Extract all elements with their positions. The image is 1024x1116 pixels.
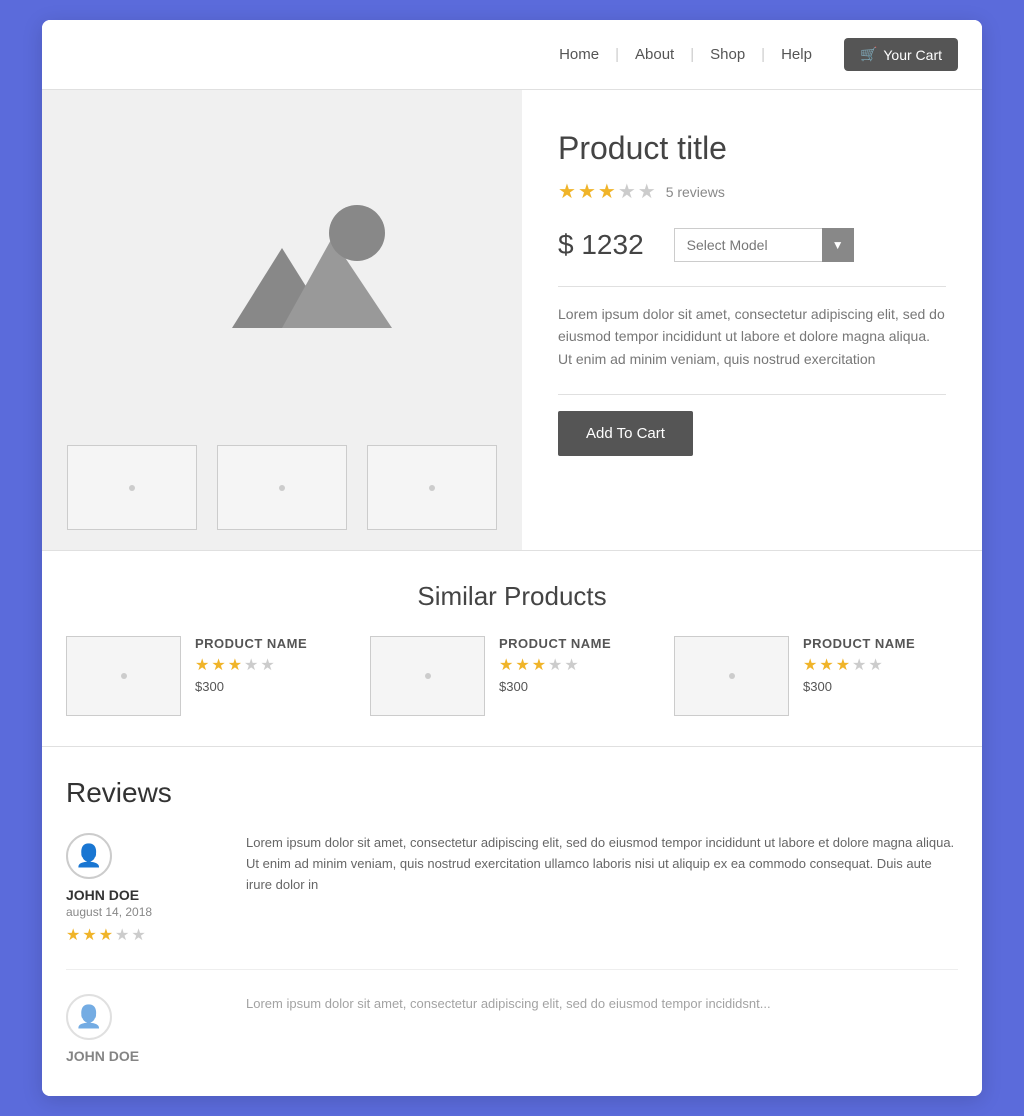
similar-product-2[interactable]: PRODUCT NAME ★ ★ ★ ★ ★ $300	[370, 636, 654, 716]
reviews-count: 5 reviews	[666, 184, 725, 200]
reviews-section: Reviews 👤 JOHN DOE august 14, 2018 ★ ★ ★…	[42, 746, 982, 1096]
similar-price-3: $300	[803, 679, 915, 694]
reviewer-left-1: 👤 JOHN DOE august 14, 2018 ★ ★ ★ ★ ★	[66, 833, 226, 945]
similar-stars-2: ★ ★ ★ ★ ★	[499, 655, 611, 675]
reviewer-name-1: JOHN DOE	[66, 887, 139, 903]
model-select-wrapper: Select Model Model A Model B ▼	[674, 228, 854, 262]
user-icon-1: 👤	[75, 843, 102, 869]
review-text-2: Lorem ipsum dolor sit amet, consectetur …	[246, 994, 958, 1066]
cart-label: Your Cart	[883, 47, 942, 63]
star-3: ★	[598, 179, 616, 204]
review-stars-1: ★ ★ ★ ★ ★	[66, 925, 146, 945]
nav-link-about[interactable]: About	[619, 46, 690, 63]
reviewer-avatar-2: 👤	[66, 994, 112, 1040]
thumbnail-1[interactable]	[67, 445, 197, 530]
review-item-1: 👤 JOHN DOE august 14, 2018 ★ ★ ★ ★ ★ Lor…	[66, 833, 958, 970]
thumbnail-3[interactable]	[367, 445, 497, 530]
reviews-title: Reviews	[66, 777, 958, 809]
reviewer-left-2: 👤 JOHN DOE	[66, 994, 226, 1066]
product-section: Product title ★ ★ ★ ★ ★ 5 reviews $ 1232…	[42, 89, 982, 550]
similar-products-row: PRODUCT NAME ★ ★ ★ ★ ★ $300 PR	[66, 636, 958, 716]
similar-name-1: PRODUCT NAME	[195, 636, 307, 651]
similar-thumb-1-dot	[121, 673, 127, 679]
reviewer-name-2: JOHN DOE	[66, 1048, 139, 1064]
similar-info-1: PRODUCT NAME ★ ★ ★ ★ ★ $300	[195, 636, 307, 694]
similar-product-3[interactable]: PRODUCT NAME ★ ★ ★ ★ ★ $300	[674, 636, 958, 716]
product-info: Product title ★ ★ ★ ★ ★ 5 reviews $ 1232…	[522, 90, 982, 550]
stars-row: ★ ★ ★ ★ ★ 5 reviews	[558, 179, 946, 204]
similar-section: Similar Products PRODUCT NAME ★ ★ ★ ★ ★ …	[42, 550, 982, 746]
user-icon-2: 👤	[75, 1004, 102, 1030]
thumbnail-3-dot	[429, 485, 435, 491]
product-price: $ 1232	[558, 229, 644, 261]
nav-link-shop[interactable]: Shop	[694, 46, 761, 63]
add-to-cart-button[interactable]: Add To Cart	[558, 411, 693, 456]
similar-title: Similar Products	[66, 581, 958, 612]
similar-thumb-2	[370, 636, 485, 716]
similar-info-2: PRODUCT NAME ★ ★ ★ ★ ★ $300	[499, 636, 611, 694]
product-title: Product title	[558, 130, 946, 167]
star-2: ★	[578, 179, 596, 204]
product-image-area	[42, 90, 522, 550]
thumbnail-row	[67, 445, 497, 530]
nav-link-help[interactable]: Help	[765, 46, 828, 63]
thumbnail-2-dot	[279, 485, 285, 491]
similar-price-2: $300	[499, 679, 611, 694]
divider-1	[558, 286, 946, 287]
reviewer-avatar-1: 👤	[66, 833, 112, 879]
similar-name-3: PRODUCT NAME	[803, 636, 915, 651]
divider-2	[558, 394, 946, 395]
cart-icon: 🛒	[860, 46, 877, 63]
nav-link-home[interactable]: Home	[543, 46, 615, 63]
price-model-row: $ 1232 Select Model Model A Model B ▼	[558, 228, 946, 262]
thumbnail-1-dot	[129, 485, 135, 491]
similar-thumb-3	[674, 636, 789, 716]
main-product-image	[62, 110, 502, 425]
similar-thumb-2-dot	[425, 673, 431, 679]
product-description: Lorem ipsum dolor sit amet, consectetur …	[558, 303, 946, 370]
similar-thumb-1	[66, 636, 181, 716]
model-select[interactable]: Select Model Model A Model B	[674, 228, 854, 262]
reviewer-date-1: august 14, 2018	[66, 905, 152, 919]
nav-links: Home | About | Shop | Help	[543, 46, 828, 63]
star-5: ★	[638, 179, 656, 204]
similar-name-2: PRODUCT NAME	[499, 636, 611, 651]
similar-price-1: $300	[195, 679, 307, 694]
similar-thumb-3-dot	[729, 673, 735, 679]
similar-stars-1: ★ ★ ★ ★ ★	[195, 655, 307, 675]
star-1: ★	[558, 179, 576, 204]
review-item-2: 👤 JOHN DOE Lorem ipsum dolor sit amet, c…	[66, 994, 958, 1066]
similar-info-3: PRODUCT NAME ★ ★ ★ ★ ★ $300	[803, 636, 915, 694]
similar-product-1[interactable]: PRODUCT NAME ★ ★ ★ ★ ★ $300	[66, 636, 350, 716]
navbar: Home | About | Shop | Help 🛒 Your Cart	[42, 20, 982, 89]
thumbnail-2[interactable]	[217, 445, 347, 530]
cart-button[interactable]: 🛒 Your Cart	[844, 38, 958, 71]
similar-stars-3: ★ ★ ★ ★ ★	[803, 655, 915, 675]
star-4: ★	[618, 179, 636, 204]
review-text-1: Lorem ipsum dolor sit amet, consectetur …	[246, 833, 958, 945]
page-container: Home | About | Shop | Help 🛒 Your Cart	[42, 20, 982, 1096]
product-stars: ★ ★ ★ ★ ★	[558, 179, 656, 204]
